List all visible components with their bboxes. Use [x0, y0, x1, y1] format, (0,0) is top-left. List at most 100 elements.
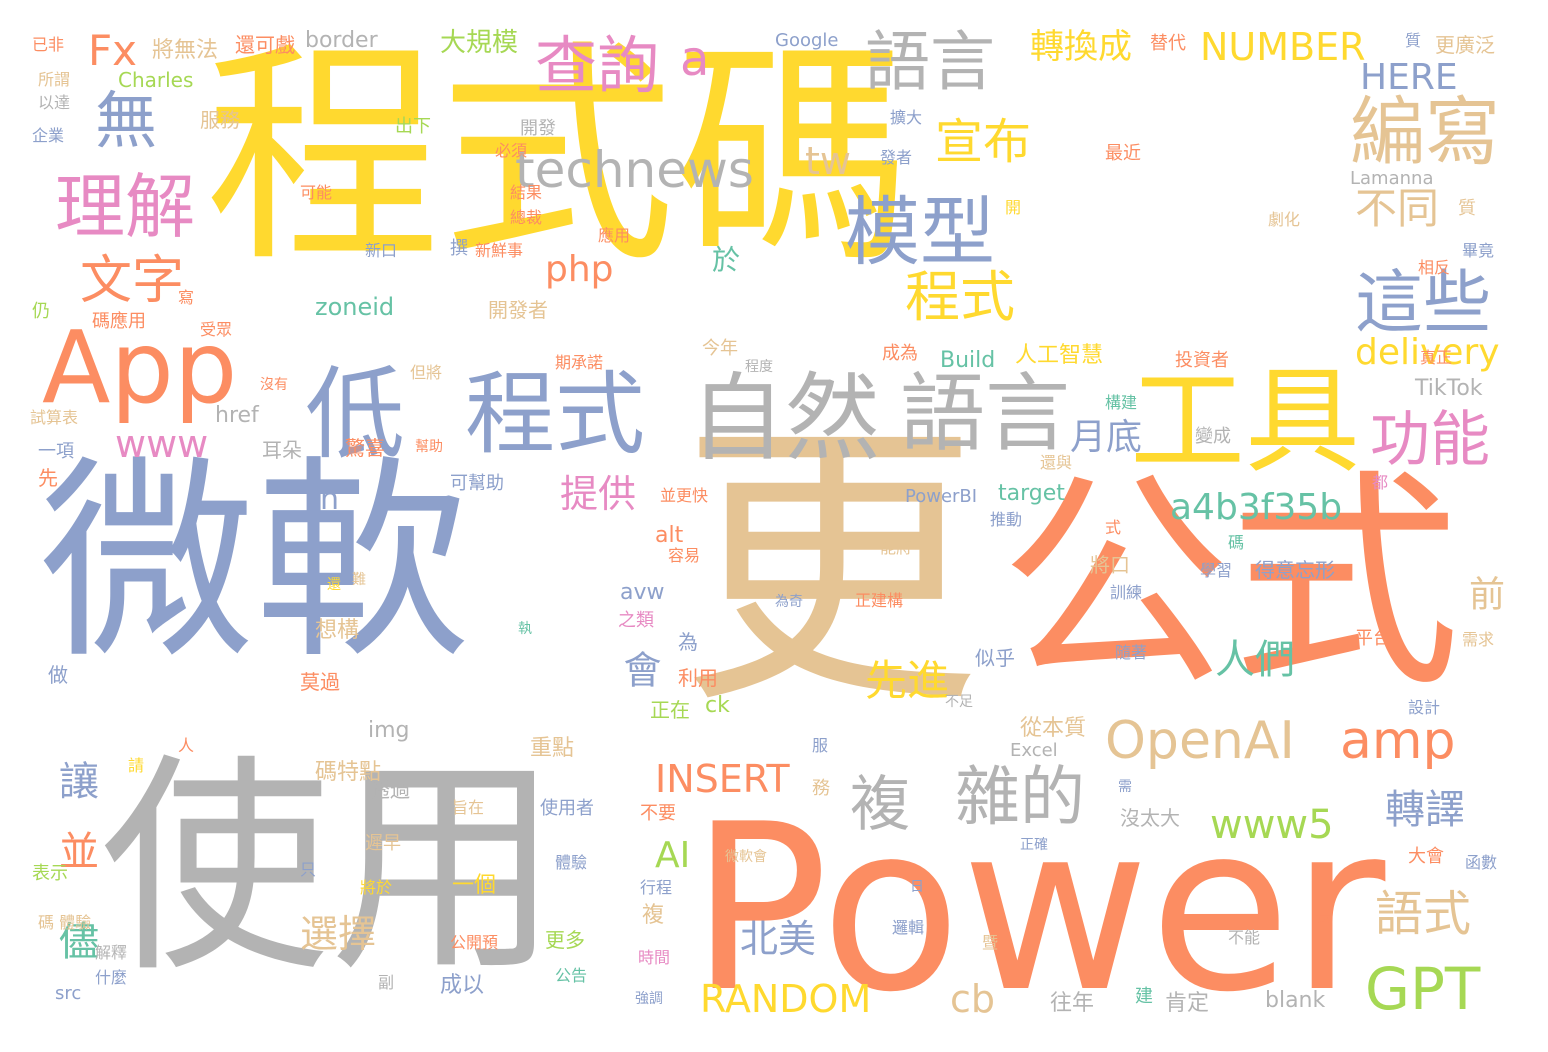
word-183: 副 [378, 973, 395, 992]
word-141: 學習 [1200, 561, 1233, 580]
word-146: 並更快 [660, 486, 709, 505]
word-188: 複 [642, 903, 665, 928]
word-17: 語言 [865, 25, 996, 100]
word-86: 開發者 [488, 298, 548, 322]
word-149: 為 [678, 630, 698, 654]
word-48: INSERT [655, 757, 790, 801]
word-139: 還與 [1040, 453, 1073, 472]
word-186: 務 [812, 778, 830, 799]
word-54: 提供 [560, 472, 637, 516]
word-27: 宣布 [935, 114, 1032, 170]
word-77: img [368, 718, 410, 743]
word-122: 撰 [450, 238, 468, 259]
word-125: 相反 [1418, 258, 1451, 277]
word-62: 於 [708, 245, 741, 273]
word-101: 莫過 [300, 670, 340, 694]
word-159: 使用者 [540, 798, 594, 819]
word-13: 模型 [845, 188, 996, 276]
word-184: 日 [910, 879, 924, 895]
word-58: 讓 [52, 760, 98, 800]
word-49: RANDOM [700, 977, 872, 1021]
word-191: 暨 [982, 933, 999, 952]
word-16: 查詢 [535, 29, 660, 102]
word-133: 一項 [38, 441, 74, 462]
word-161: 微軟會 [725, 849, 767, 865]
word-109: 以達 [38, 93, 71, 112]
word-100: 碼特點 [315, 760, 382, 785]
word-190: 長 [1315, 906, 1332, 925]
word-124: 劇化 [1268, 210, 1301, 229]
word-79: 從本質 [1020, 716, 1087, 741]
word-23: 雜的 [955, 760, 1086, 835]
word-134: 碼應用 [92, 311, 146, 332]
word-84: blank [1265, 988, 1326, 1013]
word-81: alt [655, 523, 684, 548]
word-118: 結果 [510, 183, 543, 202]
word-180: 請 [128, 756, 145, 775]
word-36: 大規模 [440, 28, 519, 58]
word-25: amp [1340, 711, 1456, 771]
word-42: www [115, 422, 209, 466]
word-44: a4b3f35b [1170, 487, 1343, 528]
word-113: 必須 [495, 141, 528, 160]
word-157: 函數 [1465, 853, 1498, 872]
word-185: 服 [812, 736, 829, 755]
word-82: avw [620, 580, 665, 605]
word-181: 人 [178, 736, 195, 755]
word-108: 所謂 [38, 70, 71, 89]
word-15: 文字 [80, 251, 185, 311]
word-47: 語式 [1375, 886, 1472, 942]
word-115: 發者 [880, 148, 913, 167]
word-167: 時間 [638, 948, 671, 967]
word-136: 幫助 [415, 439, 443, 455]
word-76: 投資者 [1175, 350, 1229, 371]
word-97: 成以 [440, 973, 485, 998]
word-64: zoneid [315, 293, 395, 321]
word-121: 新口 [365, 241, 398, 260]
word-34: HERE [1360, 57, 1458, 98]
word-198: 真正 [1420, 348, 1453, 367]
word-22: 複 [850, 770, 910, 840]
word-119: 總裁 [510, 208, 543, 227]
word-158: 旨在 [452, 798, 485, 817]
word-69: 更廣泛 [1435, 33, 1495, 57]
word-33: NUMBER [1200, 25, 1366, 69]
word-110: 企業 [32, 126, 65, 145]
word-65: Charles [118, 68, 194, 92]
word-95: 更多 [545, 928, 585, 952]
word-172: 碼 體驗 [38, 913, 92, 932]
word-147: 之類 [618, 610, 654, 631]
word-152: 不足 [945, 694, 973, 710]
word-96: 公告 [555, 966, 588, 985]
word-201: 開 [1005, 198, 1022, 217]
word-168: 強調 [635, 991, 663, 1007]
word-148: 容易 [668, 546, 701, 565]
word-135: 受眾 [200, 320, 233, 339]
word-35: 轉換成 [1030, 27, 1132, 67]
word-197: 難 [352, 572, 366, 588]
word-140: 推動 [990, 510, 1023, 529]
word-30: 無 [95, 84, 158, 157]
word-116: 最近 [1105, 143, 1141, 164]
word-117: 可能 [300, 183, 333, 202]
word-111: 服務 [200, 108, 240, 132]
word-38: Google [775, 30, 839, 51]
word-94: 沒太大 [1120, 806, 1180, 830]
word-50: cb [950, 977, 996, 1021]
word-150: 將口 [1090, 553, 1130, 577]
word-130: 成為 [882, 343, 918, 364]
word-80: href [215, 403, 259, 428]
word-178: 仍 [32, 301, 50, 322]
word-57: 人們 [1215, 637, 1295, 683]
word-123: 新鮮事 [475, 241, 524, 260]
word-66: 將無法 [152, 38, 219, 63]
word-162: 體驗 [555, 853, 588, 872]
word-169: 什麼 [95, 968, 128, 987]
word-179: 做 [48, 663, 68, 687]
word-163: 行程 [640, 878, 673, 897]
word-164: 遲早 [365, 833, 401, 854]
word-87: 開發 [520, 118, 556, 139]
word-45: www5 [1210, 802, 1334, 848]
word-132: 試算表 [30, 408, 79, 427]
word-9: 程式 [465, 362, 645, 467]
